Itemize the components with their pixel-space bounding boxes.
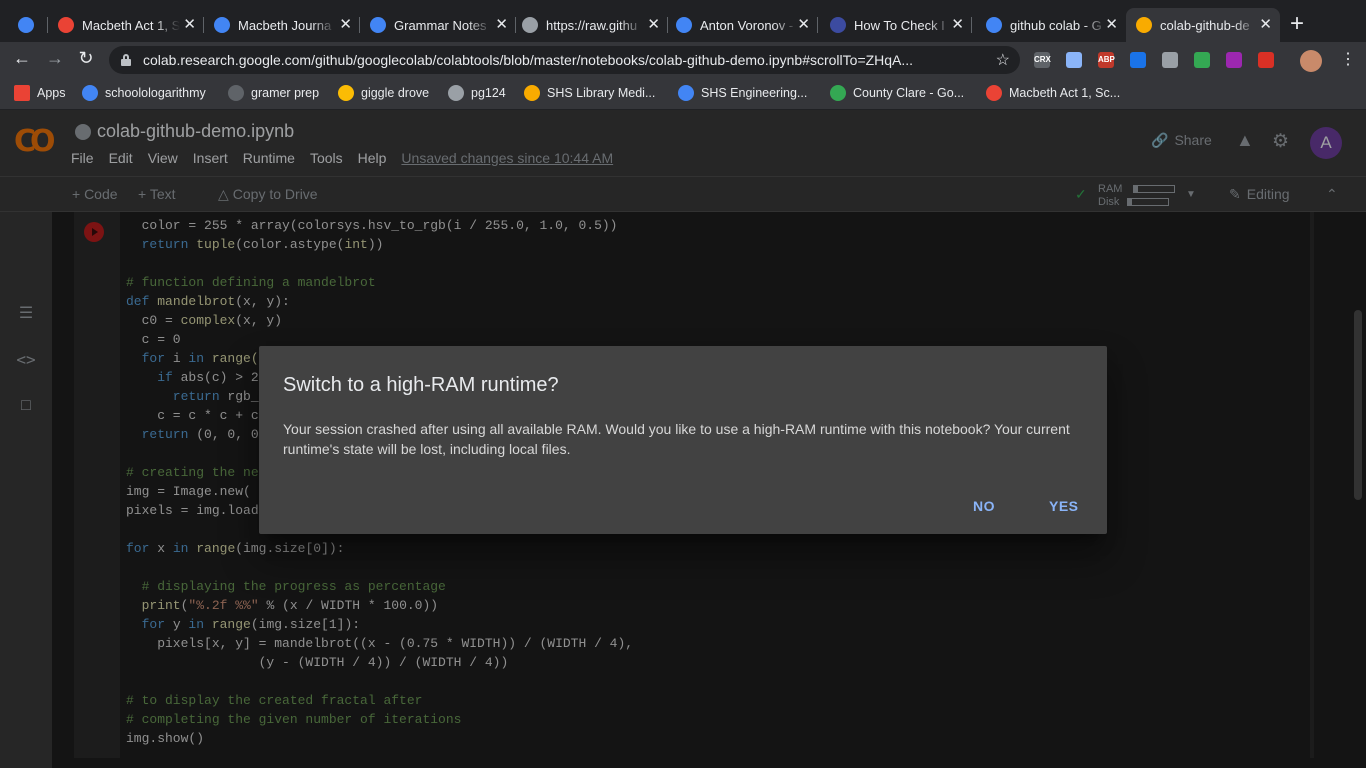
profile-avatar[interactable] [1300, 50, 1322, 72]
tab-separator [817, 17, 818, 33]
gb-icon [228, 85, 244, 101]
globe-icon [986, 85, 1002, 101]
browser-tab[interactable]: Anton Voronov - ✕ [666, 8, 818, 42]
extension-icon[interactable] [1066, 52, 1082, 68]
browser-tab[interactable]: How To Check I ✕ [820, 8, 972, 42]
tab-title: Grammar Notes [394, 17, 487, 33]
tab-title: Macbeth Journa [238, 17, 332, 33]
tab-title: colab-github-de [1160, 17, 1250, 33]
bookmark-item[interactable]: SHS Engineering... [678, 85, 807, 101]
bookmark-label: pg124 [471, 86, 506, 100]
browser-tab[interactable] [8, 8, 48, 42]
bookmark-item[interactable]: giggle drove [338, 85, 429, 101]
bookmark-item[interactable]: SHS Library Medi... [524, 85, 655, 101]
tab-separator [971, 17, 972, 33]
no-button[interactable]: NO [973, 498, 995, 514]
high-ram-dialog: Switch to a high-RAM runtime? Your sessi… [259, 346, 1107, 534]
drive-icon [338, 85, 354, 101]
browser-toolbar: ← → ↻ colab.research.google.com/github/g… [0, 42, 1366, 78]
bookmark-label: SHS Library Medi... [547, 86, 656, 100]
reload-icon[interactable]: ↻ [74, 48, 98, 69]
browser-tab[interactable]: github colab - G ✕ [976, 8, 1126, 42]
bookmark-icon [830, 17, 846, 33]
bookmark-star-icon[interactable]: ☆ [996, 50, 1010, 70]
browser-tab[interactable]: Macbeth Journa ✕ [204, 8, 360, 42]
tab-title: https://raw.githu [546, 17, 638, 33]
dialog-title: Switch to a high-RAM runtime? [283, 374, 559, 396]
bookmark-label: schoolologarithmy [105, 86, 206, 100]
docs-icon [214, 17, 230, 33]
bookmark-item[interactable]: County Clare - Go... [830, 85, 964, 101]
extension-icon[interactable]: ABP [1098, 52, 1115, 68]
tab-title: Macbeth Act 1, S [82, 17, 180, 33]
menu-kebab-icon[interactable]: ⋮ [1340, 49, 1356, 69]
colab-icon [1136, 17, 1152, 33]
s-circle-icon [18, 17, 34, 33]
url-text[interactable]: colab.research.google.com/github/googlec… [143, 52, 996, 68]
address-bar[interactable]: colab.research.google.com/github/googlec… [109, 46, 1020, 74]
bookmark-item[interactable]: Macbeth Act 1, Sc... [986, 85, 1120, 101]
extension-icon[interactable] [1258, 52, 1274, 68]
bookmark-label: giggle drove [361, 86, 430, 100]
browser-tab-bar: Macbeth Act 1, S ✕ Macbeth Journa ✕ Grammar … [0, 0, 1366, 42]
google-icon [986, 17, 1002, 33]
s-circle-icon [82, 85, 98, 101]
yes-button[interactable]: YES [1049, 498, 1079, 514]
globe-icon [522, 17, 538, 33]
maps-icon [830, 85, 846, 101]
close-tab-icon[interactable]: ✕ [1259, 17, 1272, 33]
close-tab-icon[interactable]: ✕ [1105, 17, 1118, 33]
bookmark-label: SHS Engineering... [701, 86, 808, 100]
close-tab-icon[interactable]: ✕ [495, 17, 508, 33]
browser-tab[interactable]: https://raw.githu ✕ [512, 8, 668, 42]
bookmark-item[interactable]: pg124 [448, 85, 506, 101]
docs-icon [676, 17, 692, 33]
bookmark-label: Apps [37, 86, 66, 100]
bookmark-label: County Clare - Go... [853, 86, 965, 100]
extension-icon[interactable] [1130, 52, 1146, 68]
tab-title: Anton Voronov - [700, 17, 794, 33]
docs-icon [370, 17, 386, 33]
extension-icon[interactable] [1226, 52, 1242, 68]
apps-grid-icon [14, 85, 30, 101]
dialog-body: Your session crashed after using all ava… [283, 421, 1070, 457]
extension-icon[interactable] [1194, 52, 1210, 68]
globe-icon [448, 85, 464, 101]
bookmark-label: gramer prep [251, 86, 320, 100]
s-circle-icon [678, 85, 694, 101]
bookmark-label: Macbeth Act 1, Sc... [1009, 86, 1121, 100]
back-arrow-icon[interactable]: ← [10, 48, 34, 69]
browser-tab[interactable]: Grammar Notes ✕ [360, 8, 516, 42]
bookmarks-bar: Apps schoolologarithmy gramer prep giggle d… [0, 78, 1366, 110]
close-tab-icon[interactable]: ✕ [951, 17, 964, 33]
library-icon [524, 85, 540, 101]
new-tab-icon[interactable]: + [1290, 12, 1304, 36]
tab-title: github colab - G [1010, 17, 1102, 33]
browser-tab[interactable]: Macbeth Act 1, S ✕ [48, 8, 204, 42]
forward-arrow-icon[interactable]: → [43, 48, 67, 69]
close-tab-icon[interactable]: ✕ [183, 17, 196, 33]
bookmark-item[interactable]: schoolologarithmy [82, 85, 206, 101]
tab-title: How To Check I [854, 17, 945, 33]
bookmark-item[interactable]: Apps [14, 85, 66, 101]
globe-icon [58, 17, 74, 33]
close-tab-icon[interactable]: ✕ [647, 17, 660, 33]
close-tab-icon[interactable]: ✕ [339, 17, 352, 33]
lock-icon [121, 54, 131, 66]
close-tab-icon[interactable]: ✕ [797, 17, 810, 33]
browser-tab[interactable]: colab-github-de ✕ [1126, 8, 1280, 42]
extension-icon[interactable]: CRX [1034, 52, 1051, 68]
extension-icon[interactable] [1162, 52, 1178, 68]
bookmark-item[interactable]: gramer prep [228, 85, 319, 101]
